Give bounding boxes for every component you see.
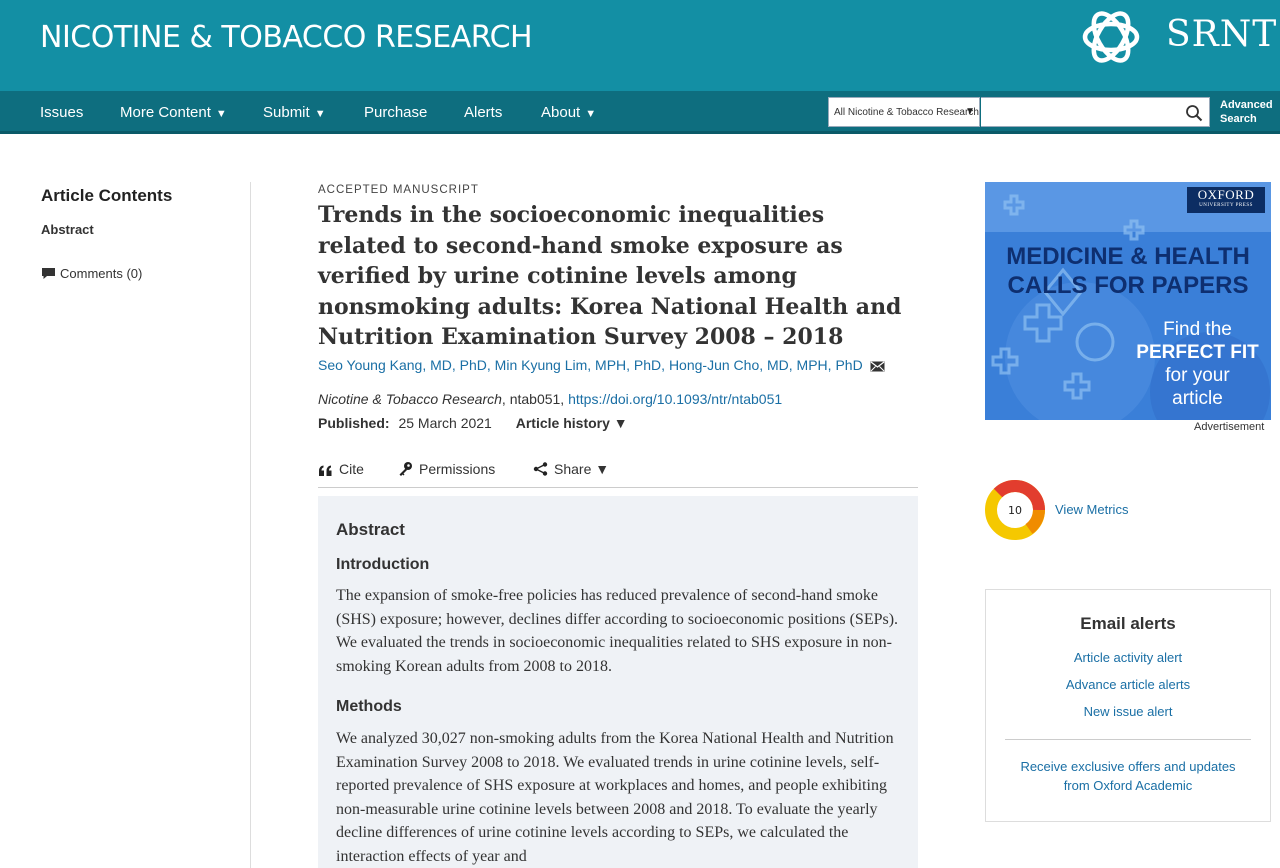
ad-cta: Find the PERFECT FIT for your article — [1135, 318, 1260, 410]
cite-label: Cite — [339, 461, 364, 477]
share-icon — [533, 462, 548, 476]
chevron-down-icon: ▼ — [215, 108, 227, 120]
ad-cta-line2: PERFECT FIT — [1136, 342, 1259, 363]
abstract-section: Abstract Introduction The expansion of s… — [318, 496, 918, 868]
exclusive-offers-link[interactable]: Receive exclusive offers and updates fro… — [986, 759, 1270, 793]
authors-text[interactable]: Seo Young Kang, MD, PhD, Min Kyung Lim, … — [318, 357, 863, 373]
search-input[interactable] — [981, 97, 1210, 127]
tools-divider — [318, 487, 918, 488]
article-type: ACCEPTED MANUSCRIPT — [318, 184, 479, 196]
new-issue-alert-link[interactable]: New issue alert — [986, 704, 1270, 719]
share-button[interactable]: Share ▼ — [533, 461, 609, 477]
nav-more-content-label: More Content — [120, 104, 211, 121]
quote-icon — [319, 465, 332, 476]
site-header: NICOTINE & TOBACCO RESEARCH SRNT — [0, 0, 1280, 91]
published-date: 25 March 2021 — [398, 415, 492, 431]
oxford-logo-text: OXFORD — [1197, 187, 1255, 202]
altmetric-score: 10 — [1008, 504, 1022, 517]
offers-line2: from Oxford Academic — [1063, 778, 1193, 793]
advanced-search-line2: Search — [1220, 113, 1257, 125]
ad-cta-line1: Find the — [1163, 319, 1232, 340]
email-alerts-title: Email alerts — [1080, 614, 1176, 633]
methods-heading: Methods — [336, 698, 402, 715]
nav-about-label: About — [541, 104, 581, 121]
permissions-button[interactable]: Permissions — [398, 461, 495, 477]
nav-purchase-label: Purchase — [364, 104, 428, 121]
cite-button[interactable]: Cite — [318, 461, 364, 477]
nav-purchase[interactable]: Purchase — [364, 104, 427, 121]
toc-item-abstract[interactable]: Abstract — [41, 222, 94, 237]
published-label: Published: — [318, 415, 390, 431]
nav-submit[interactable]: Submit ▼ — [263, 104, 326, 121]
nav-issues[interactable]: Issues — [40, 104, 83, 121]
view-metrics-link[interactable]: View Metrics — [1055, 502, 1128, 517]
key-icon — [399, 462, 412, 476]
email-icon[interactable] — [870, 361, 885, 372]
publication-info: Published: 25 March 2021 Article history… — [318, 415, 628, 431]
introduction-text: The expansion of smoke-free policies has… — [336, 587, 899, 675]
article-contents-title: Article Contents — [41, 186, 173, 205]
srnt-logo-icon[interactable] — [1078, 4, 1144, 70]
abstract-heading: Abstract — [336, 520, 405, 539]
altmetric-donut-icon[interactable]: 10 — [985, 480, 1045, 540]
toc-item-comments[interactable]: Comments (0) — [41, 266, 142, 281]
journal-title[interactable]: NICOTINE & TOBACCO RESEARCH — [40, 20, 533, 55]
advanced-search-link[interactable]: Advanced Search — [1220, 98, 1273, 126]
comment-icon — [42, 268, 55, 279]
advance-article-alerts-link[interactable]: Advance article alerts — [986, 677, 1270, 692]
email-alerts-panel: Email alerts Article activity alert Adva… — [985, 589, 1271, 822]
methods-text: We analyzed 30,027 non-smoking adults fr… — [336, 730, 894, 865]
advertisement-banner[interactable]: OXFORD UNIVERSITY PRESS MEDICINE & HEALT… — [985, 182, 1271, 420]
introduction-heading: Introduction — [336, 556, 430, 573]
offers-line1: Receive exclusive offers and updates — [1020, 759, 1236, 774]
article-activity-alert-link[interactable]: Article activity alert — [986, 650, 1270, 665]
author-list: Seo Young Kang, MD, PhD, Min Kyung Lim, … — [318, 357, 885, 373]
article-title: Trends in the socioeconomic inequalities… — [318, 202, 902, 350]
nav-about[interactable]: About ▼ — [541, 104, 596, 121]
nav-more-content[interactable]: More Content ▼ — [120, 104, 227, 121]
chevron-down-icon: ▼ — [314, 108, 326, 120]
oxford-logo-subtext: UNIVERSITY PRESS — [1199, 203, 1253, 208]
toc-comments-label: Comments (0) — [60, 266, 143, 281]
srnt-logo-text[interactable]: SRNT — [1166, 14, 1277, 55]
sidebar-divider — [250, 182, 251, 868]
journal-name: Nicotine & Tobacco Research — [318, 391, 502, 407]
oxford-logo: OXFORD UNIVERSITY PRESS — [1187, 187, 1265, 213]
nav-submit-label: Submit — [263, 104, 310, 121]
ad-headline-line1: MEDICINE & HEALTH — [1006, 243, 1250, 270]
advanced-search-line1: Advanced — [1220, 99, 1273, 111]
alerts-divider — [1005, 739, 1251, 740]
ad-headline-line2: CALLS FOR PAPERS — [1007, 272, 1249, 299]
nav-issues-label: Issues — [40, 104, 84, 121]
search-icon[interactable] — [1185, 104, 1203, 122]
doi-link[interactable]: https://doi.org/10.1093/ntr/ntab051 — [568, 391, 782, 407]
search-scope-value: All Nicotine & Tobacco Research — [834, 107, 979, 118]
search-scope-select[interactable]: All Nicotine & Tobacco Research ▼ — [828, 97, 980, 127]
article-history-toggle[interactable]: Article history ▼ — [516, 415, 628, 431]
ad-cta-line3: for your — [1165, 365, 1230, 386]
article-id: , ntab051, — [501, 391, 569, 407]
main-nav: Issues More Content ▼ Submit ▼ Purchase Al… — [0, 91, 1280, 134]
dropdown-caret-icon: ▼ — [965, 106, 975, 117]
chevron-down-icon: ▼ — [585, 108, 597, 120]
ad-cta-line4: article — [1172, 388, 1223, 409]
nav-alerts-label: Alerts — [464, 104, 503, 121]
permissions-label: Permissions — [419, 461, 496, 477]
ad-headline: MEDICINE & HEALTH CALLS FOR PAPERS — [985, 242, 1271, 300]
share-label: Share ▼ — [554, 461, 610, 477]
nav-alerts[interactable]: Alerts — [464, 104, 502, 121]
advertisement-label: Advertisement — [1194, 421, 1265, 433]
citation-line: Nicotine & Tobacco Research, ntab051, ht… — [318, 391, 782, 407]
